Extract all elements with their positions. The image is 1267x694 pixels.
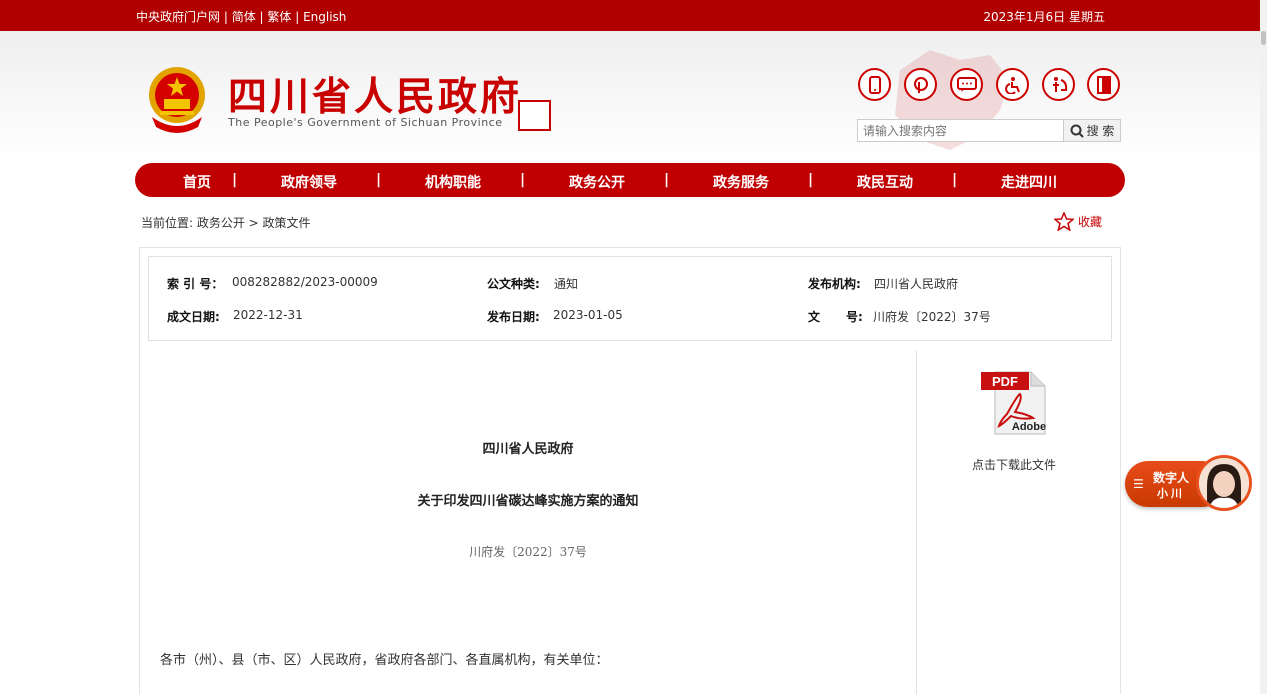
site-title[interactable]: 四川省人民政府 [228, 66, 522, 122]
nav-separator: | [376, 172, 382, 188]
top-sep: | [291, 10, 304, 24]
china-seal-logo [518, 100, 551, 131]
assistant-name: 小川 [1157, 487, 1185, 500]
nav-separator: | [664, 172, 670, 188]
link-simplified[interactable]: 简体 [232, 10, 256, 24]
menu-icon: ☰ [1133, 477, 1144, 491]
published-value: 2023-01-05 [553, 308, 623, 322]
scrollbar-thumb[interactable] [1261, 31, 1266, 45]
nav-leaders[interactable]: 政府领导 [281, 172, 337, 192]
pdf-badge: PDF [992, 374, 1018, 389]
page-scrollbar[interactable] [1260, 0, 1267, 694]
link-english[interactable]: English [303, 10, 346, 24]
current-date: 2023年1月6日 星期五 [983, 10, 1105, 24]
document-org: 四川省人民政府 [482, 442, 574, 457]
publisher-label: 发布机构: [808, 277, 861, 291]
docno-value: 川府发〔2022〕37号 [873, 310, 991, 324]
index-label: 索 引 号： [167, 277, 224, 291]
elder-care-icon[interactable] [1042, 68, 1075, 101]
national-emblem-icon [149, 67, 205, 133]
document-meta: 索 引 号： 008282882/2023-00009 公文种类: 通知 发布机… [148, 256, 1112, 341]
favorite-label: 收藏 [1078, 215, 1103, 229]
nav-services[interactable]: 政务服务 [713, 172, 769, 192]
assistant-label: 数字人 [1153, 471, 1190, 485]
nav-separator: | [808, 172, 814, 188]
created-label: 成文日期: [167, 310, 220, 324]
mobile-icon[interactable] [858, 68, 891, 101]
star-icon [1054, 212, 1074, 231]
main-nav: 首页 | 政府领导 | 机构职能 | 政务公开 | 政务服务 | 政民互动 | … [135, 163, 1125, 197]
search-button-label: 搜 索 [1086, 124, 1115, 138]
nav-open-gov[interactable]: 政务公开 [569, 172, 625, 192]
link-traditional[interactable]: 繁体 [267, 10, 291, 24]
weibo-icon[interactable] [904, 68, 937, 101]
accessibility-icon[interactable] [996, 68, 1029, 101]
assistant-avatar-icon [1199, 458, 1249, 508]
docno-label-suffix: 号: [846, 310, 863, 324]
document-number: 川府发〔2022〕37号 [469, 545, 587, 559]
nav-separator: | [952, 172, 958, 188]
published-label: 发布日期: [487, 310, 540, 324]
nav-about-sichuan[interactable]: 走进四川 [1001, 172, 1057, 192]
nav-home[interactable]: 首页 [183, 172, 211, 192]
link-central-gov[interactable]: 中央政府门户网 [136, 10, 220, 24]
nav-separator: | [520, 172, 526, 188]
download-link[interactable]: 点击下载此文件 [972, 456, 1056, 473]
content-divider [916, 350, 917, 694]
type-label: 公文种类: [487, 277, 540, 291]
top-sep: | [255, 10, 268, 24]
publisher-value: 四川省人民政府 [874, 277, 959, 291]
created-value: 2022-12-31 [233, 308, 303, 322]
search-input[interactable] [857, 119, 1064, 142]
docno-label: 文 [808, 310, 821, 324]
top-sep: | [220, 10, 232, 24]
message-icon[interactable] [950, 68, 983, 101]
document-title: 关于印发四川省碳达峰实施方案的通知 [417, 494, 639, 509]
site-subtitle: The People's Government of Sichuan Provi… [228, 116, 503, 129]
pdf-file-icon[interactable]: PDF Adobe [981, 368, 1047, 436]
top-bar: 中央政府门户网 | 简体 | 繁体 | English 2023年1月6日 星期… [0, 0, 1260, 31]
top-links: 中央政府门户网 | 简体 | 繁体 | English [136, 8, 346, 25]
index-value: 008282882/2023-00009 [232, 275, 378, 289]
exit-icon[interactable] [1087, 68, 1120, 101]
search-icon [1070, 124, 1084, 138]
nav-separator: | [232, 172, 238, 188]
nav-functions[interactable]: 机构职能 [425, 172, 481, 192]
header-icon-row [858, 68, 1120, 102]
avatar[interactable] [1196, 455, 1252, 511]
breadcrumb: 当前位置: 政务公开 > 政策文件 [141, 216, 311, 230]
nav-interaction[interactable]: 政民互动 [857, 172, 913, 192]
search-button[interactable]: 搜 索 [1064, 119, 1121, 142]
adobe-label: Adobe [1012, 421, 1046, 433]
type-value: 通知 [554, 277, 579, 291]
digital-assistant-widget[interactable]: ☰ 数字人 小川 [1125, 455, 1255, 511]
favorite-button[interactable]: 收藏 [1054, 212, 1102, 231]
document-salutation: 各市（州）、县（市、区）人民政府，省政府各部门、各直属机构，有关单位： [160, 653, 609, 668]
